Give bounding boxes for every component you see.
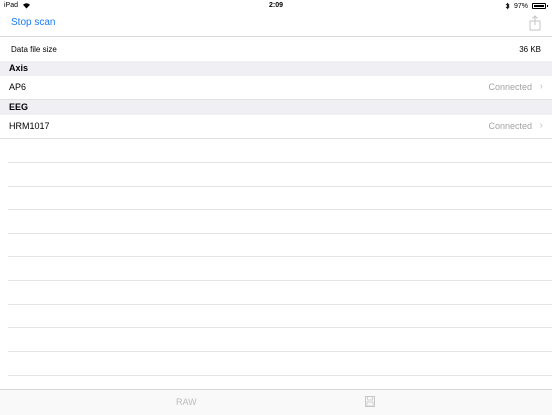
data-file-size-row: Data file size 36 KB (0, 40, 552, 60)
section-header-axis: Axis (0, 61, 552, 76)
nav-bar: Stop scan (0, 12, 552, 37)
save-icon[interactable] (365, 396, 375, 407)
connection-status: Connected (488, 121, 532, 131)
data-file-size-label: Data file size (11, 45, 57, 54)
empty-row-separator (8, 327, 552, 328)
empty-row-separator (8, 280, 552, 281)
empty-row-separator (8, 186, 552, 187)
empty-row-separator (8, 375, 552, 376)
empty-row-separator (8, 162, 552, 163)
connection-status: Connected (488, 82, 532, 92)
battery-icon (532, 3, 548, 9)
empty-row-separator (8, 256, 552, 257)
bottom-toolbar: RAW (0, 389, 552, 415)
chevron-right-icon: › (539, 120, 543, 131)
empty-row-separator (8, 209, 552, 210)
empty-row-separator (8, 233, 552, 234)
empty-row-separator (8, 304, 552, 305)
device-row-ap6[interactable]: AP6 Connected › (0, 76, 552, 100)
device-row-hrm1017[interactable]: HRM1017 Connected › (0, 115, 552, 139)
status-right: 97% (505, 2, 548, 10)
data-file-size-value: 36 KB (519, 45, 541, 54)
raw-button[interactable]: RAW (176, 397, 197, 407)
section-title: Axis (9, 63, 29, 73)
status-time: 2:09 (268, 2, 283, 9)
status-bar: iPad 2:09 97% (0, 0, 552, 12)
battery-percent: 97% (513, 2, 528, 10)
share-icon[interactable] (528, 15, 542, 31)
bluetooth-icon (505, 2, 510, 10)
section-header-eeg: EEG (0, 100, 552, 115)
stop-scan-button[interactable]: Stop scan (11, 17, 55, 28)
device-name-label: AP6 (9, 82, 27, 92)
device-name-label: HRM1017 (9, 121, 50, 131)
empty-row-separator (8, 351, 552, 352)
chevron-right-icon: › (539, 81, 543, 92)
section-title: EEG (9, 102, 29, 112)
